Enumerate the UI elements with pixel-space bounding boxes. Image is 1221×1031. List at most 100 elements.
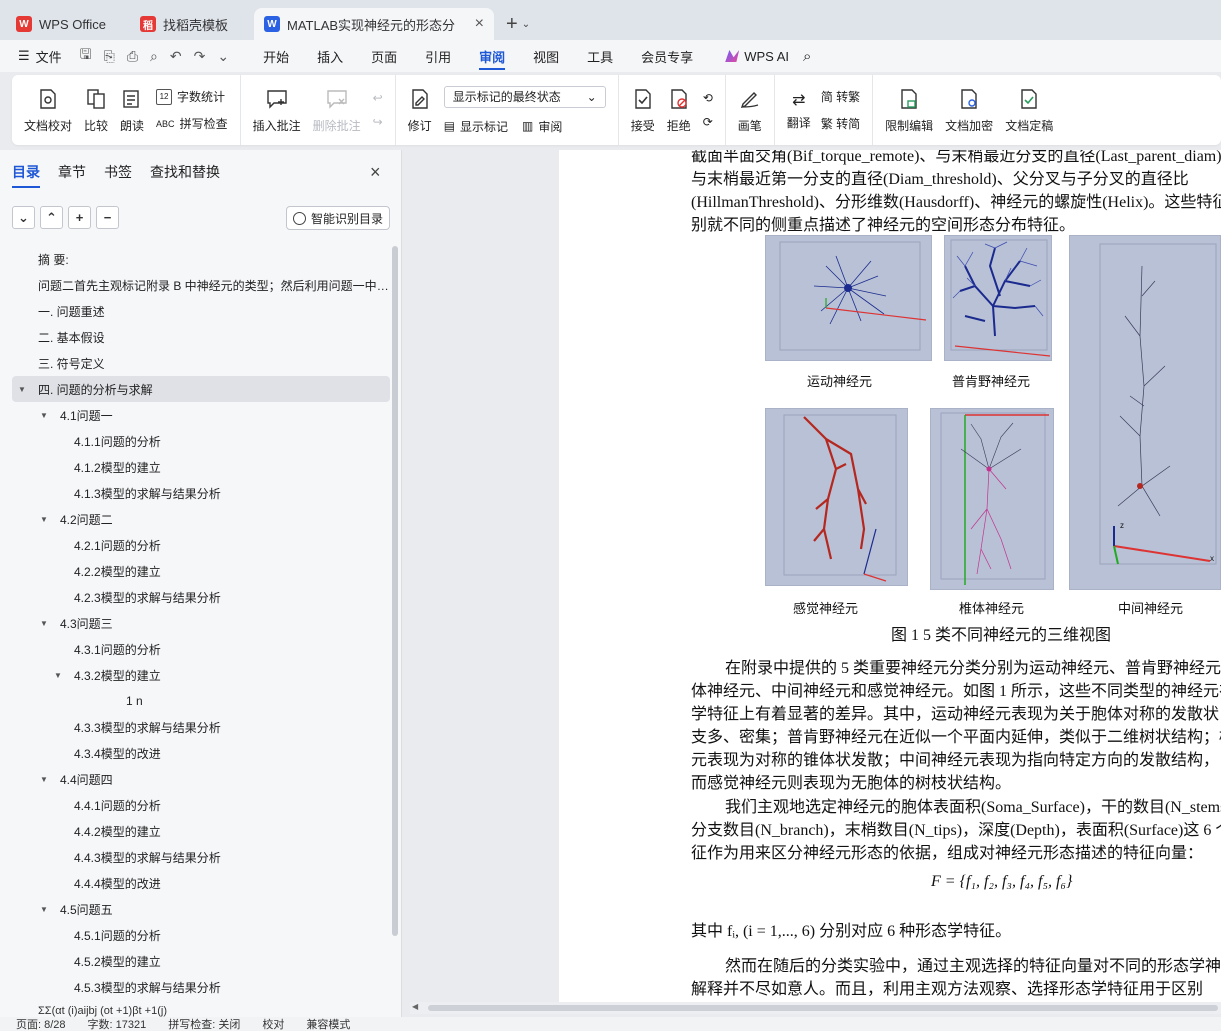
translate-button[interactable]: ⇄ 翻译: [787, 88, 811, 132]
toc-item[interactable]: 4.5.3模型的求解与结果分析: [12, 974, 390, 1000]
horizontal-scrollbar[interactable]: ◀: [410, 1002, 1221, 1014]
menu-references[interactable]: 引用: [411, 40, 465, 72]
to-traditional-button[interactable]: 简 转繁: [821, 88, 860, 105]
tab-template[interactable]: 稻 找稻壳模板: [130, 8, 248, 40]
page-indicator[interactable]: 页面: 8/28: [16, 1017, 66, 1031]
toc-item[interactable]: 4.3.1问题的分析: [12, 636, 390, 662]
toc-item[interactable]: 一. 问题重述: [12, 298, 390, 324]
toc-item[interactable]: ▼ 4.2问题二: [12, 506, 390, 532]
expand-arrow-icon[interactable]: ▼: [40, 619, 52, 628]
toc-item[interactable]: 4.3.3模型的求解与结果分析: [12, 714, 390, 740]
restrict-edit-button[interactable]: 限制编辑: [879, 87, 939, 134]
panel-tab-toc[interactable]: 目录: [12, 162, 40, 188]
toc-item[interactable]: ▼ 4.1问题一: [12, 402, 390, 428]
expand-arrow-icon[interactable]: ▼: [40, 905, 52, 914]
toc-item[interactable]: 4.4.1问题的分析: [12, 792, 390, 818]
expand-arrow-icon[interactable]: ▼: [18, 385, 30, 394]
expand-arrow-icon[interactable]: ▼: [40, 411, 52, 420]
toc-item[interactable]: 4.4.2模型的建立: [12, 818, 390, 844]
toc-item[interactable]: ▼ 4.3问题三: [12, 610, 390, 636]
spell-check-indicator[interactable]: 拼写检查: 关闭: [168, 1017, 240, 1031]
toc-item[interactable]: 4.2.3模型的求解与结果分析: [12, 584, 390, 610]
add-heading-button[interactable]: +: [68, 206, 91, 229]
save-icon[interactable]: 🖫: [80, 44, 92, 68]
previous-change-button[interactable]: ⟲: [703, 91, 713, 105]
menu-tools[interactable]: 工具: [573, 40, 627, 72]
toc-item[interactable]: 4.3.4模型的改进: [12, 740, 390, 766]
panel-tab-find-replace[interactable]: 查找和替换: [150, 162, 220, 182]
expand-toc-button[interactable]: ⌃: [40, 206, 63, 229]
print-icon[interactable]: ⎙: [127, 48, 138, 65]
panel-tab-chapters[interactable]: 章节: [58, 162, 86, 182]
share-icon[interactable]: ⎘: [104, 48, 115, 65]
chevron-down-icon[interactable]: ⌄: [217, 48, 229, 65]
toc-item[interactable]: ▼ 四. 问题的分析与求解: [12, 376, 390, 402]
menu-review[interactable]: 审阅: [465, 40, 519, 72]
accept-button[interactable]: 接受: [625, 87, 661, 134]
menu-insert[interactable]: 插入: [303, 40, 357, 72]
horizontal-scroll-thumb[interactable]: [428, 1005, 1218, 1011]
previous-comment-button[interactable]: ↩: [373, 91, 383, 105]
toc-item[interactable]: ▼ 4.3.2模型的建立: [12, 662, 390, 688]
search-icon[interactable]: ⌕: [803, 48, 811, 65]
compare-button[interactable]: 比较: [78, 87, 114, 134]
panel-tab-bookmarks[interactable]: 书签: [104, 162, 132, 182]
toc-item[interactable]: 1 n: [12, 688, 390, 714]
wps-ai-button[interactable]: WPS AI: [725, 49, 789, 64]
word-count-indicator[interactable]: 字数: 17321: [88, 1017, 147, 1031]
next-change-button[interactable]: ⟳: [703, 115, 713, 129]
proof-indicator[interactable]: 校对: [262, 1017, 284, 1031]
toc-item[interactable]: 4.5.2模型的建立: [12, 948, 390, 974]
smart-toc-button[interactable]: 智能识别目录: [286, 206, 390, 230]
toc-item[interactable]: 4.2.1问题的分析: [12, 532, 390, 558]
menu-page[interactable]: 页面: [357, 40, 411, 72]
show-markup-button[interactable]: ▤ 显示标记: [444, 118, 508, 135]
expand-arrow-icon[interactable]: ▼: [54, 671, 66, 680]
finalize-button[interactable]: 文档定稿: [999, 87, 1059, 134]
revise-button[interactable]: 修订: [402, 87, 438, 134]
close-panel-icon[interactable]: ×: [370, 162, 381, 183]
markup-state-select[interactable]: 显示标记的最终状态 ⌄: [443, 85, 606, 108]
expand-arrow-icon[interactable]: ▼: [40, 775, 52, 784]
word-count-button[interactable]: 12 字数统计: [156, 88, 228, 105]
next-comment-button[interactable]: ↪: [373, 115, 383, 129]
encrypt-button[interactable]: 文档加密: [939, 87, 999, 134]
reject-button[interactable]: 拒绝: [661, 87, 697, 134]
scroll-left-icon[interactable]: ◀: [412, 1002, 418, 1011]
close-tab-icon[interactable]: ×: [475, 15, 484, 33]
menu-member[interactable]: 会员专享: [627, 40, 707, 72]
undo-icon[interactable]: ↶: [170, 48, 182, 65]
menu-home[interactable]: 开始: [249, 40, 303, 72]
new-tab-button[interactable]: + ⌄: [506, 8, 530, 40]
toc-item[interactable]: 4.4.4模型的改进: [12, 870, 390, 896]
doc-check-button[interactable]: 文档校对: [18, 87, 78, 134]
redo-icon[interactable]: ↷: [194, 48, 206, 65]
menu-view[interactable]: 视图: [519, 40, 573, 72]
toc-item[interactable]: 三. 符号定义: [12, 350, 390, 376]
insert-comment-button[interactable]: 插入批注: [247, 87, 307, 134]
toc-item[interactable]: 4.4.3模型的求解与结果分析: [12, 844, 390, 870]
read-aloud-button[interactable]: 朗读: [114, 87, 150, 134]
print-preview-icon[interactable]: ⌕: [150, 48, 158, 65]
tab-document[interactable]: W MATLAB实现神经元的形态分 ×: [254, 8, 494, 40]
toc-item[interactable]: 二. 基本假设: [12, 324, 390, 350]
file-menu[interactable]: ☰ 文件: [18, 47, 62, 66]
toc-scrollbar[interactable]: [392, 246, 398, 936]
spell-check-button[interactable]: ABC 拼写检查: [156, 115, 228, 132]
tab-wps-office[interactable]: W WPS Office: [6, 8, 124, 40]
toc-item[interactable]: ▼ 4.5问题五: [12, 896, 390, 922]
expand-arrow-icon[interactable]: ▼: [40, 515, 52, 524]
to-simplified-button[interactable]: 繁 转简: [821, 115, 860, 132]
remove-heading-button[interactable]: −: [96, 206, 119, 229]
delete-comment-button[interactable]: 删除批注: [307, 87, 367, 134]
toc-item[interactable]: 4.5.1问题的分析: [12, 922, 390, 948]
pen-button[interactable]: 画笔: [732, 87, 768, 134]
collapse-toc-button[interactable]: ⌄: [12, 206, 35, 229]
toc-item[interactable]: 4.1.3模型的求解与结果分析: [12, 480, 390, 506]
toc-item[interactable]: ▼ 4.4问题四: [12, 766, 390, 792]
review-pane-button[interactable]: ▥ 审阅: [522, 118, 562, 135]
toc-item[interactable]: 问题二首先主观标记附录 B 中神经元的类型；然后利用问题一中提取的形态学特征: [12, 272, 390, 298]
toc-item[interactable]: 4.2.2模型的建立: [12, 558, 390, 584]
toc-item[interactable]: 4.1.2模型的建立: [12, 454, 390, 480]
toc-item[interactable]: 摘 要:: [12, 246, 390, 272]
